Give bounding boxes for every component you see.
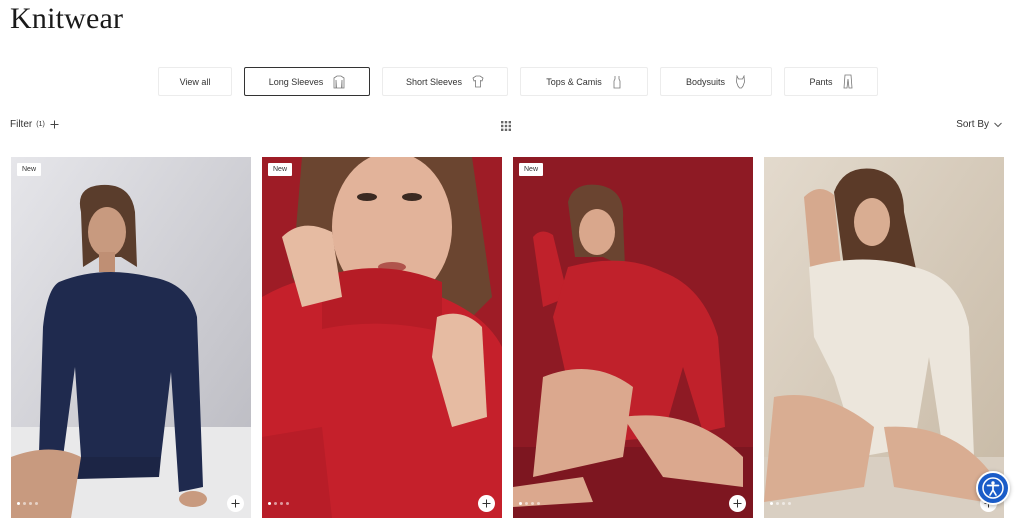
image-carousel-dots[interactable] bbox=[268, 502, 289, 505]
product-card[interactable]: New bbox=[11, 157, 251, 518]
bodysuit-icon bbox=[736, 74, 745, 88]
grid-view-icon[interactable] bbox=[501, 121, 511, 131]
page-title: Knitwear bbox=[10, 2, 124, 35]
long-sleeve-top-icon bbox=[333, 75, 345, 88]
plus-icon bbox=[50, 120, 59, 129]
accessibility-icon bbox=[982, 477, 1004, 499]
product-image bbox=[764, 157, 1004, 518]
category-tops-camis[interactable]: Tops & Camis bbox=[520, 67, 648, 96]
category-pants[interactable]: Pants bbox=[784, 67, 878, 96]
add-to-bag-button[interactable] bbox=[227, 495, 244, 512]
category-label: Pants bbox=[809, 76, 833, 87]
short-sleeve-top-icon bbox=[472, 75, 484, 88]
plus-icon bbox=[482, 499, 491, 508]
category-long-sleeves[interactable]: Long Sleeves bbox=[244, 67, 370, 96]
new-badge: New bbox=[17, 163, 42, 176]
category-label: Bodysuits bbox=[685, 76, 726, 87]
category-bar: View all Long Sleeves Short Sleeves Tops… bbox=[0, 67, 1024, 96]
accessibility-button[interactable] bbox=[976, 471, 1010, 505]
product-grid: New New New bbox=[0, 157, 1024, 518]
image-carousel-dots[interactable] bbox=[519, 502, 540, 505]
toolbar: Filter (1) Sort By bbox=[0, 119, 1024, 135]
category-label: Long Sleeves bbox=[268, 76, 324, 87]
category-short-sleeves[interactable]: Short Sleeves bbox=[382, 67, 508, 96]
product-card[interactable]: New bbox=[262, 157, 502, 518]
category-label: Tops & Camis bbox=[546, 76, 602, 87]
new-badge: New bbox=[519, 163, 544, 176]
category-label: Short Sleeves bbox=[405, 76, 463, 87]
category-view-all[interactable]: View all bbox=[158, 67, 232, 96]
plus-icon bbox=[231, 499, 240, 508]
sort-by-button[interactable]: Sort By bbox=[956, 119, 1002, 130]
add-to-bag-button[interactable] bbox=[729, 495, 746, 512]
plus-icon bbox=[733, 499, 742, 508]
image-carousel-dots[interactable] bbox=[770, 502, 791, 505]
product-image bbox=[513, 157, 753, 518]
product-image bbox=[262, 157, 502, 518]
filter-count: (1) bbox=[36, 121, 45, 128]
image-carousel-dots[interactable] bbox=[17, 502, 38, 505]
product-card[interactable] bbox=[764, 157, 1004, 518]
category-label: View all bbox=[179, 76, 211, 87]
sort-label: Sort By bbox=[956, 119, 989, 130]
filter-label: Filter bbox=[10, 119, 33, 130]
add-to-bag-button[interactable] bbox=[478, 495, 495, 512]
pants-icon bbox=[843, 74, 852, 89]
new-badge: New bbox=[268, 163, 293, 176]
chevron-down-icon bbox=[994, 122, 1002, 127]
filter-button[interactable]: Filter (1) bbox=[10, 119, 59, 130]
category-bodysuits[interactable]: Bodysuits bbox=[660, 67, 772, 96]
cami-icon bbox=[613, 75, 621, 88]
product-image bbox=[11, 157, 251, 518]
product-card[interactable]: New bbox=[513, 157, 753, 518]
